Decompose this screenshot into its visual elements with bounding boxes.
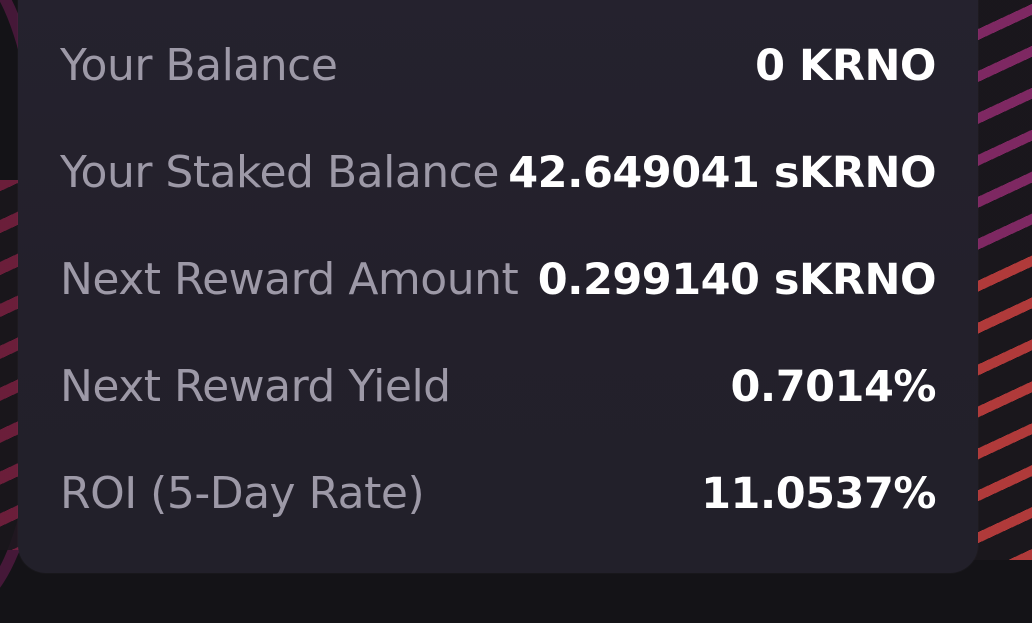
stat-value-next-reward-yield: 0.7014% [730,361,936,412]
stat-row-balance: Your Balance 0 KRNO [60,12,936,119]
stat-row-next-reward-amount: Next Reward Amount 0.299140 sKRNO [60,226,937,333]
stat-row-next-reward-yield: Next Reward Yield 0.7014% [60,333,936,440]
staking-stats-card: Your Balance 0 KRNO Your Staked Balance … [18,0,978,573]
stat-row-staked-balance: Your Staked Balance 42.649041 sKRNO [60,119,936,226]
stats-list: Your Balance 0 KRNO Your Staked Balance … [60,12,937,547]
stat-label-next-reward-yield: Next Reward Yield [60,361,451,412]
stat-value-staked-balance: 42.649041 sKRNO [508,147,936,198]
stat-label-staked-balance: Your Staked Balance [60,147,499,198]
stat-value-roi: 11.0537% [701,468,936,519]
stat-value-balance: 0 KRNO [755,40,936,91]
stat-label-roi: ROI (5-Day Rate) [60,468,425,519]
stat-value-next-reward-amount: 0.299140 sKRNO [537,254,937,305]
stat-label-balance: Your Balance [60,40,338,91]
stat-label-next-reward-amount: Next Reward Amount [60,254,519,305]
stat-row-roi: ROI (5-Day Rate) 11.0537% [60,440,936,547]
